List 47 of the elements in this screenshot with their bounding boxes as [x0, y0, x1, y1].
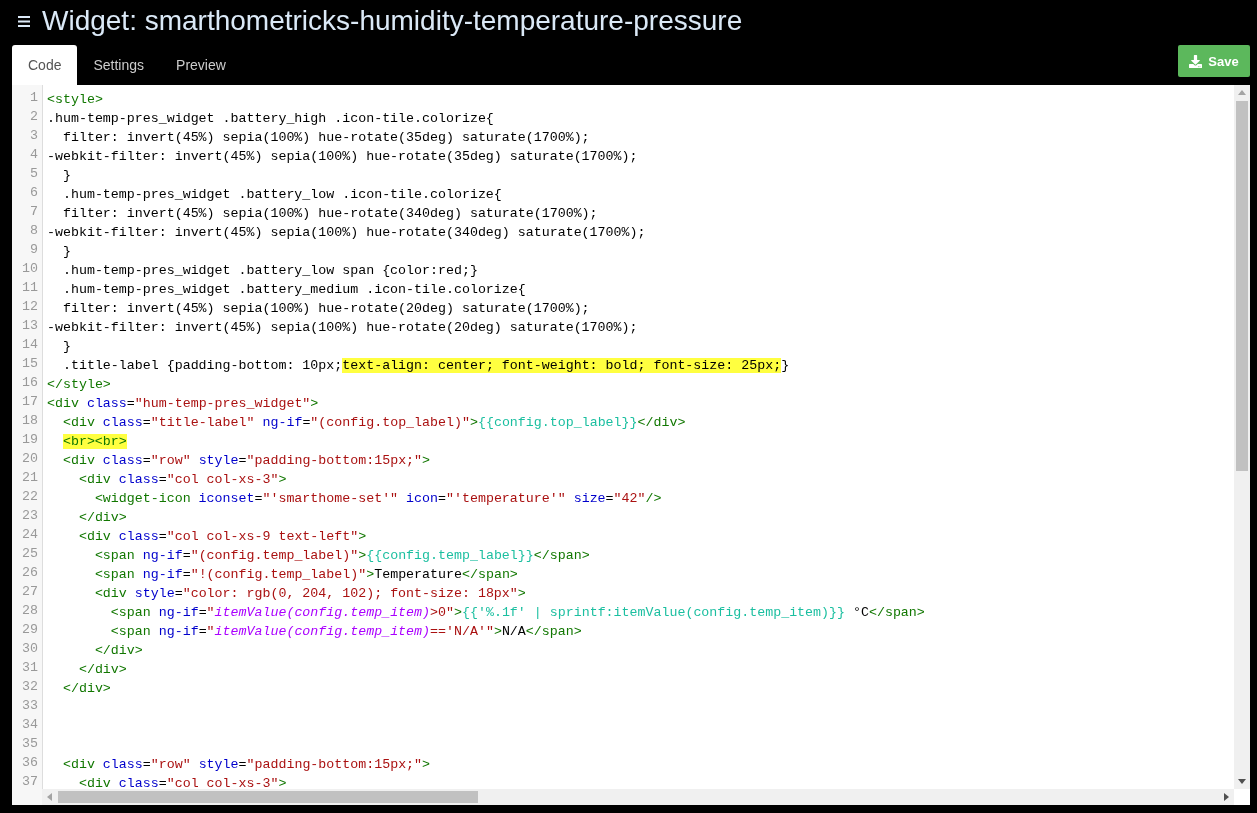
code-line: .hum-temp-pres_widget .battery_low span {color:red;} — [61, 262, 478, 280]
tab[interactable]: Code — [12, 45, 78, 85]
code-line: -webkit-filter: invert(45%) sepia(100%) hue-rotate(20deg) saturate(1700%); — [46, 319, 638, 337]
code-line: <span ng-if="itemValue(config.temp_item)=='N/A'">N/A</span> — [109, 623, 582, 641]
page-title: Widget: smarthometricks-humidity-temperature-pressure — [42, 5, 743, 37]
code-line: <div class="hum-temp-pres_widget"> — [46, 395, 319, 413]
code-line: <widget-icon iconset="'smarthome-set'" icon="'temperature'" size="42"/> — [93, 490, 662, 508]
download-icon — [1189, 54, 1203, 68]
code-line: } — [61, 338, 71, 356]
code-line: } — [61, 243, 71, 261]
code-line: <div style="color: rgb(0, 204, 102); font-size: 18px"> — [93, 585, 526, 603]
code-line: </div> — [77, 509, 127, 527]
code-line: -webkit-filter: invert(45%) sepia(100%) hue-rotate(35deg) saturate(1700%); — [46, 148, 638, 166]
code-line: <div class="col col-xs-3"> — [77, 471, 287, 489]
code-line: <span ng-if="!(config.temp_label)">Temperature</span> — [93, 566, 518, 584]
scroll-down-icon[interactable] — [1238, 779, 1246, 784]
scroll-right-icon[interactable] — [1224, 793, 1229, 801]
code-line: <style> — [46, 91, 103, 109]
code-editor[interactable] — [12, 85, 1250, 805]
code-line: <span ng-if="(config.temp_label)">{{config.temp_label}}</span> — [93, 547, 590, 565]
tab[interactable]: Settings — [77, 45, 161, 85]
scroll-left-icon[interactable] — [47, 793, 52, 801]
code-line: </div> — [93, 642, 143, 660]
code-line: filter: invert(45%) sepia(100%) hue-rotate(35deg) saturate(1700%); — [61, 129, 590, 147]
scrollbar-thumb[interactable] — [1236, 101, 1248, 471]
menu-icon[interactable] — [18, 15, 30, 27]
code-line: <div class="row" style="padding-bottom:15px;"> — [61, 756, 431, 774]
code-line: .hum-temp-pres_widget .battery_high .icon-tile.colorize{ — [46, 110, 494, 128]
horizontal-scrollbar[interactable] — [42, 789, 1234, 805]
vertical-scrollbar[interactable] — [1234, 85, 1250, 789]
code-line: <div class="col col-xs-9 text-left"> — [77, 528, 367, 546]
code-line: -webkit-filter: invert(45%) sepia(100%) hue-rotate(340deg) saturate(1700%); — [46, 224, 646, 242]
code-line: .hum-temp-pres_widget .battery_low .icon-tile.colorize{ — [61, 186, 502, 204]
code-line: filter: invert(45%) sepia(100%) hue-rotate(340deg) saturate(1700%); — [61, 205, 598, 223]
code-line: <div class="col col-xs-3"> — [77, 775, 287, 793]
code-line: </div> — [77, 661, 127, 679]
code-line: </div> — [61, 680, 111, 698]
code-line: <div class="row" style="padding-bottom:15px;"> — [61, 452, 431, 470]
code-line: <span ng-if="itemValue(config.temp_item)>0">{{'%.1f' | sprintf:itemValue(config.temp_item)}} °C</span> — [109, 604, 925, 622]
code-line: <div class="title-label" ng-if="(config.top_label)">{{config.top_label}}</div> — [61, 414, 686, 432]
code-line: } — [61, 167, 71, 185]
scroll-up-icon[interactable] — [1238, 90, 1246, 95]
scrollbar-thumb[interactable] — [58, 791, 478, 803]
code-line: filter: invert(45%) sepia(100%) hue-rotate(20deg) saturate(1700%); — [61, 300, 590, 318]
code-line: .hum-temp-pres_widget .battery_medium .icon-tile.colorize{ — [61, 281, 526, 299]
tab[interactable]: Preview — [160, 45, 242, 85]
code-line: </style> — [46, 376, 111, 394]
